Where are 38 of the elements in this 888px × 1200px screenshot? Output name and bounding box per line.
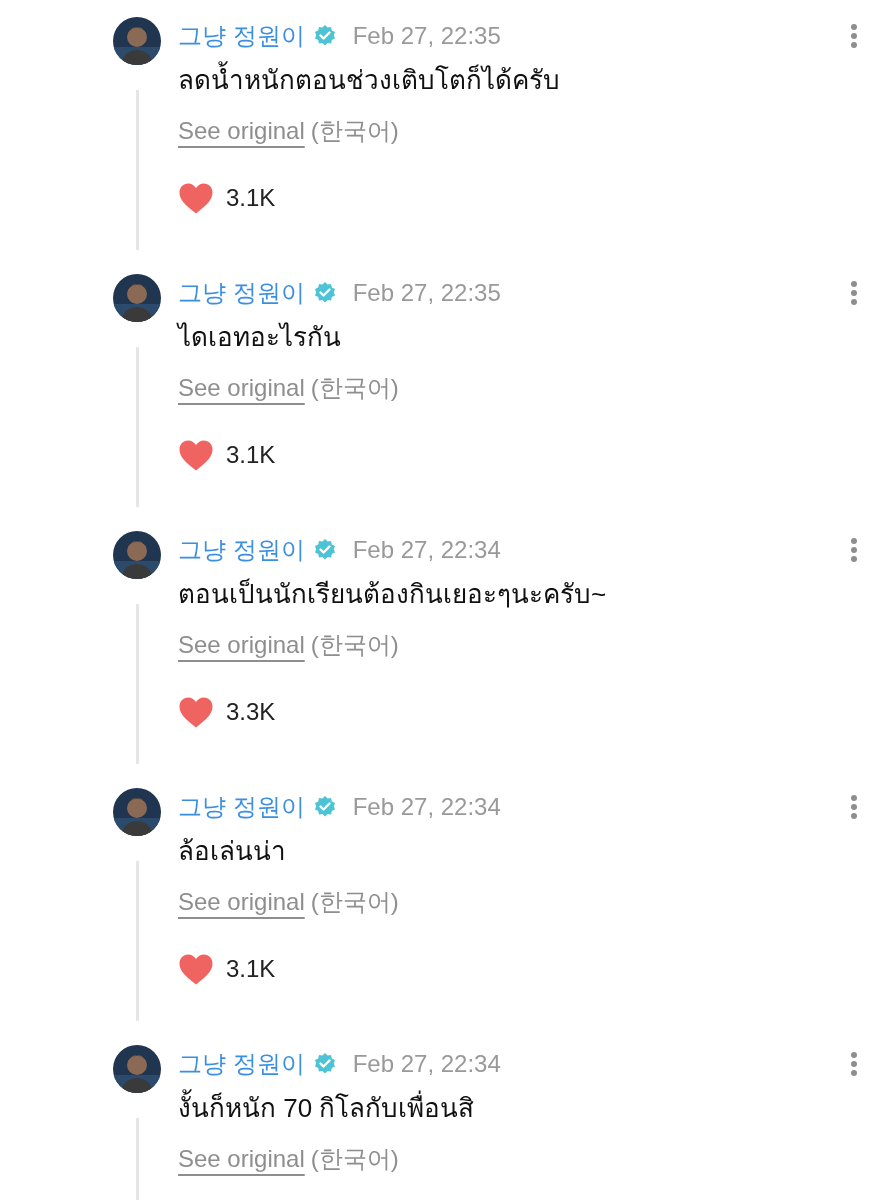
language-label: (한국어): [310, 630, 399, 660]
comment-text: งั้นก็หนัก 70 กิโลกับเพื่อนสิ: [178, 1083, 858, 1133]
comment-text: ไดเอทอะไรกัน: [178, 321, 342, 354]
timestamp: Feb 27, 22:35: [352, 279, 501, 307]
timestamp: Feb 27, 22:34: [352, 1050, 501, 1078]
more-options-icon[interactable]: [850, 280, 858, 306]
heart-icon[interactable]: [178, 181, 214, 215]
more-options-icon[interactable]: [850, 794, 858, 820]
like-count: 3.1K: [226, 184, 276, 212]
author-name[interactable]: 그냥 정원이: [178, 1048, 305, 1080]
like-count: 3.1K: [226, 441, 276, 469]
language-label: (한국어): [310, 116, 399, 146]
author-name[interactable]: 그냥 정원이: [178, 277, 305, 309]
timestamp: Feb 27, 22:35: [352, 22, 501, 50]
comment-text: ตอนเป็นนักเรียนต้องกินเยอะๆนะครับ~: [178, 577, 608, 611]
like-count: 3.3K: [226, 698, 276, 726]
heart-icon[interactable]: [178, 695, 214, 729]
comment-text: ล้อเล่นน่า: [178, 835, 287, 868]
language-label: (한국어): [310, 1144, 399, 1174]
more-options-icon[interactable]: [850, 537, 858, 563]
author-name[interactable]: 그냥 정원이: [178, 20, 305, 52]
more-options-icon[interactable]: [850, 1051, 858, 1077]
see-original-link[interactable]: See original: [178, 888, 305, 916]
language-label: (한국어): [310, 887, 399, 917]
comment-text: ลดน้ำหนักตอนช่วงเติบโตก็ได้ครับ: [178, 55, 858, 105]
see-original-link[interactable]: See original: [178, 631, 305, 659]
heart-icon[interactable]: [178, 438, 214, 472]
see-original-link[interactable]: See original: [178, 374, 305, 402]
author-name[interactable]: 그냥 정원이: [178, 534, 305, 566]
more-options-icon[interactable]: [850, 23, 858, 49]
timestamp: Feb 27, 22:34: [352, 793, 501, 821]
like-count: 3.1K: [226, 955, 276, 983]
see-original-link[interactable]: See original: [178, 117, 305, 145]
author-name[interactable]: 그냥 정원이: [178, 791, 305, 823]
timestamp: Feb 27, 22:34: [352, 536, 501, 564]
heart-icon[interactable]: [178, 952, 214, 986]
see-original-link[interactable]: See original: [178, 1145, 305, 1173]
language-label: (한국어): [310, 373, 399, 403]
